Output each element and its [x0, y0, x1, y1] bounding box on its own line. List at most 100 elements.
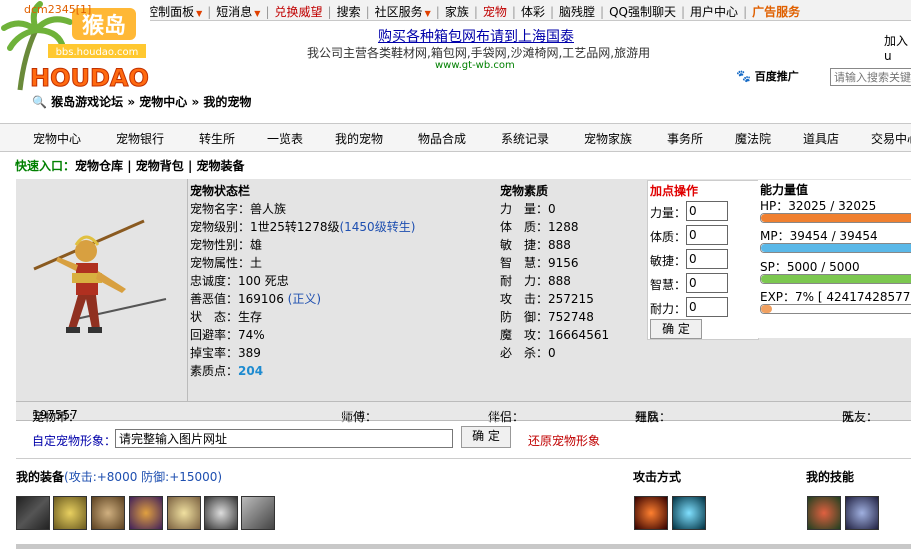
quick-link-warehouse[interactable]: 宠物仓库 [75, 159, 123, 173]
nav-separator: | [365, 5, 370, 19]
restore-image-link[interactable]: 还原宠物形象 [528, 432, 600, 449]
tab-pet-bank[interactable]: 宠物银行 [116, 130, 164, 147]
chevron-down-icon[interactable]: ▼ [425, 9, 431, 18]
skills-heading: 我的技能 [806, 470, 855, 484]
add-strength-input[interactable] [686, 201, 728, 221]
nav-separator: | [265, 5, 270, 19]
top-nav-item[interactable]: QQ强制聊天 [609, 5, 676, 19]
pet-evade: 74% [238, 328, 265, 342]
top-nav-item[interactable]: 用户中心 [690, 5, 738, 19]
ring-icon[interactable] [204, 496, 238, 530]
tab-pet-family[interactable]: 宠物家族 [584, 130, 632, 147]
skill-two-icon[interactable] [845, 496, 879, 530]
pet-drop: 389 [238, 346, 261, 360]
quality-row: 必 杀：0 [500, 344, 609, 362]
pet-karma: 169106 [238, 292, 284, 306]
sp-bar-fill [761, 275, 911, 283]
pet-drop-row: 掉宝率：389 [190, 346, 261, 360]
top-nav-item[interactable]: 社区服务 [375, 5, 423, 19]
helmet-icon[interactable] [91, 496, 125, 530]
quality-value: 888 [548, 274, 571, 288]
sword-icon[interactable] [16, 496, 50, 530]
top-nav-item[interactable]: 家族 [445, 5, 469, 19]
add-constitution-row: 体质： [650, 225, 728, 245]
add-agility-input[interactable] [686, 249, 728, 269]
quick-link-equipment[interactable]: 宠物装备 [197, 159, 245, 173]
breadcrumb-forum[interactable]: 猴岛游戏论坛 [51, 95, 123, 109]
pet-attr: 土 [250, 256, 263, 270]
custom-image-label: 自定宠物形象： [32, 434, 117, 448]
quick-entry-label: 快速入口： [15, 159, 76, 173]
equipment-heading: 我的装备(攻击:+8000 防御:+15000) [16, 470, 223, 484]
banner-title-link[interactable]: 购买各种箱包网布请到上海国泰 [378, 26, 574, 46]
tab-my-pet[interactable]: 我的宠物 [335, 130, 383, 147]
pet-level-row: 宠物级别：1世25转1278级(1450级转生) [190, 220, 416, 234]
breadcrumb-my-pet: 我的宠物 [203, 95, 252, 109]
tab-trade-center[interactable]: 交易中心 [871, 130, 911, 147]
chevron-down-icon[interactable]: ▼ [254, 9, 260, 18]
skill-one-icon[interactable] [807, 496, 841, 530]
custom-image-confirm-button[interactable]: 确 定 [461, 426, 511, 448]
baidu-label: 百度推广 [754, 70, 799, 83]
quality-label: 防 御： [500, 310, 549, 324]
nav-separator: | [600, 5, 605, 19]
chevron-down-icon[interactable]: ▼ [196, 9, 202, 18]
banner-url[interactable]: www.gt-wb.com [435, 60, 515, 71]
nav-separator: | [207, 5, 212, 19]
pet-points: 204 [238, 364, 264, 378]
exp-bar-fill [761, 305, 773, 313]
quality-title: 宠物素质 [500, 184, 549, 198]
pet-points-row: 素质点：204 [190, 364, 264, 378]
quality-row: 耐 力：888 [500, 272, 609, 290]
pet-level: 1世25转1278级 [250, 220, 340, 234]
tab-overview[interactable]: 一览表 [267, 130, 303, 147]
add-endurance-input[interactable] [686, 297, 728, 317]
add-constitution-input[interactable] [686, 225, 728, 245]
username[interactable]: dcm2345[1] [24, 3, 91, 16]
pet-portrait [16, 179, 188, 401]
tab-magic-academy[interactable]: 魔法院 [735, 130, 771, 147]
top-nav-item[interactable]: 脑残膛 [559, 5, 595, 19]
tab-item-shop[interactable]: 道具店 [803, 130, 839, 147]
tab-rebirth[interactable]: 转生所 [199, 130, 235, 147]
energy-attack-icon[interactable] [672, 496, 706, 530]
baidu-promo[interactable]: 🐾 百度推广 [736, 68, 799, 84]
nav-separator: | [681, 5, 686, 19]
quick-link-backpack[interactable]: 宠物背包 [136, 159, 184, 173]
paw-icon: 🐾 [736, 69, 751, 83]
footer-bar [16, 544, 911, 549]
top-nav-item[interactable]: 体彩 [521, 5, 545, 19]
tab-synthesis[interactable]: 物品合成 [418, 130, 466, 147]
fire-attack-icon[interactable] [634, 496, 668, 530]
hp-bar-fill [761, 214, 911, 222]
top-nav-item[interactable]: 控制面板 [146, 5, 194, 19]
add-wisdom-input[interactable] [686, 273, 728, 293]
mp-text: MP：39454 / 39454 [760, 229, 878, 243]
pet-level-rebirth: (1450级转生) [339, 220, 416, 234]
boots-icon[interactable] [167, 496, 201, 530]
custom-image-url-input[interactable] [115, 429, 453, 448]
nav-separator: | [743, 5, 748, 19]
search-input[interactable] [830, 68, 911, 86]
breadcrumb-pet-center[interactable]: 宠物中心 [139, 95, 187, 109]
top-nav-item[interactable]: 宠物 [483, 5, 507, 19]
armor-icon[interactable] [129, 496, 163, 530]
logo-url: bbs.houdao.com [56, 47, 139, 58]
top-nav-item[interactable]: 短消息 [216, 5, 252, 19]
top-nav-item[interactable]: 搜索 [337, 5, 361, 19]
tab-pet-center[interactable]: 宠物中心 [33, 130, 81, 147]
add-strength-row: 力量： [650, 201, 728, 221]
quality-row: 敏 捷：888 [500, 236, 609, 254]
shield-icon[interactable] [53, 496, 87, 530]
top-nav-item[interactable]: 兑换威望 [275, 5, 323, 19]
tab-office[interactable]: 事务所 [667, 130, 703, 147]
top-nav-item[interactable]: 广告服务 [752, 5, 800, 19]
pet-gender-row: 宠物性别：雄 [190, 238, 263, 252]
claw-icon[interactable] [241, 496, 275, 530]
tab-system-log[interactable]: 系统记录 [501, 130, 549, 147]
pet-state: 生存 [238, 310, 263, 324]
pet-social-row: 宠物币： 197557 师傅：无 伴侣：无 组队： 开启 队友：无 [16, 401, 911, 424]
join-link[interactable]: 加入u [884, 32, 911, 63]
quality-label: 体 质： [500, 220, 549, 234]
add-points-confirm-button[interactable]: 确 定 [650, 319, 702, 339]
